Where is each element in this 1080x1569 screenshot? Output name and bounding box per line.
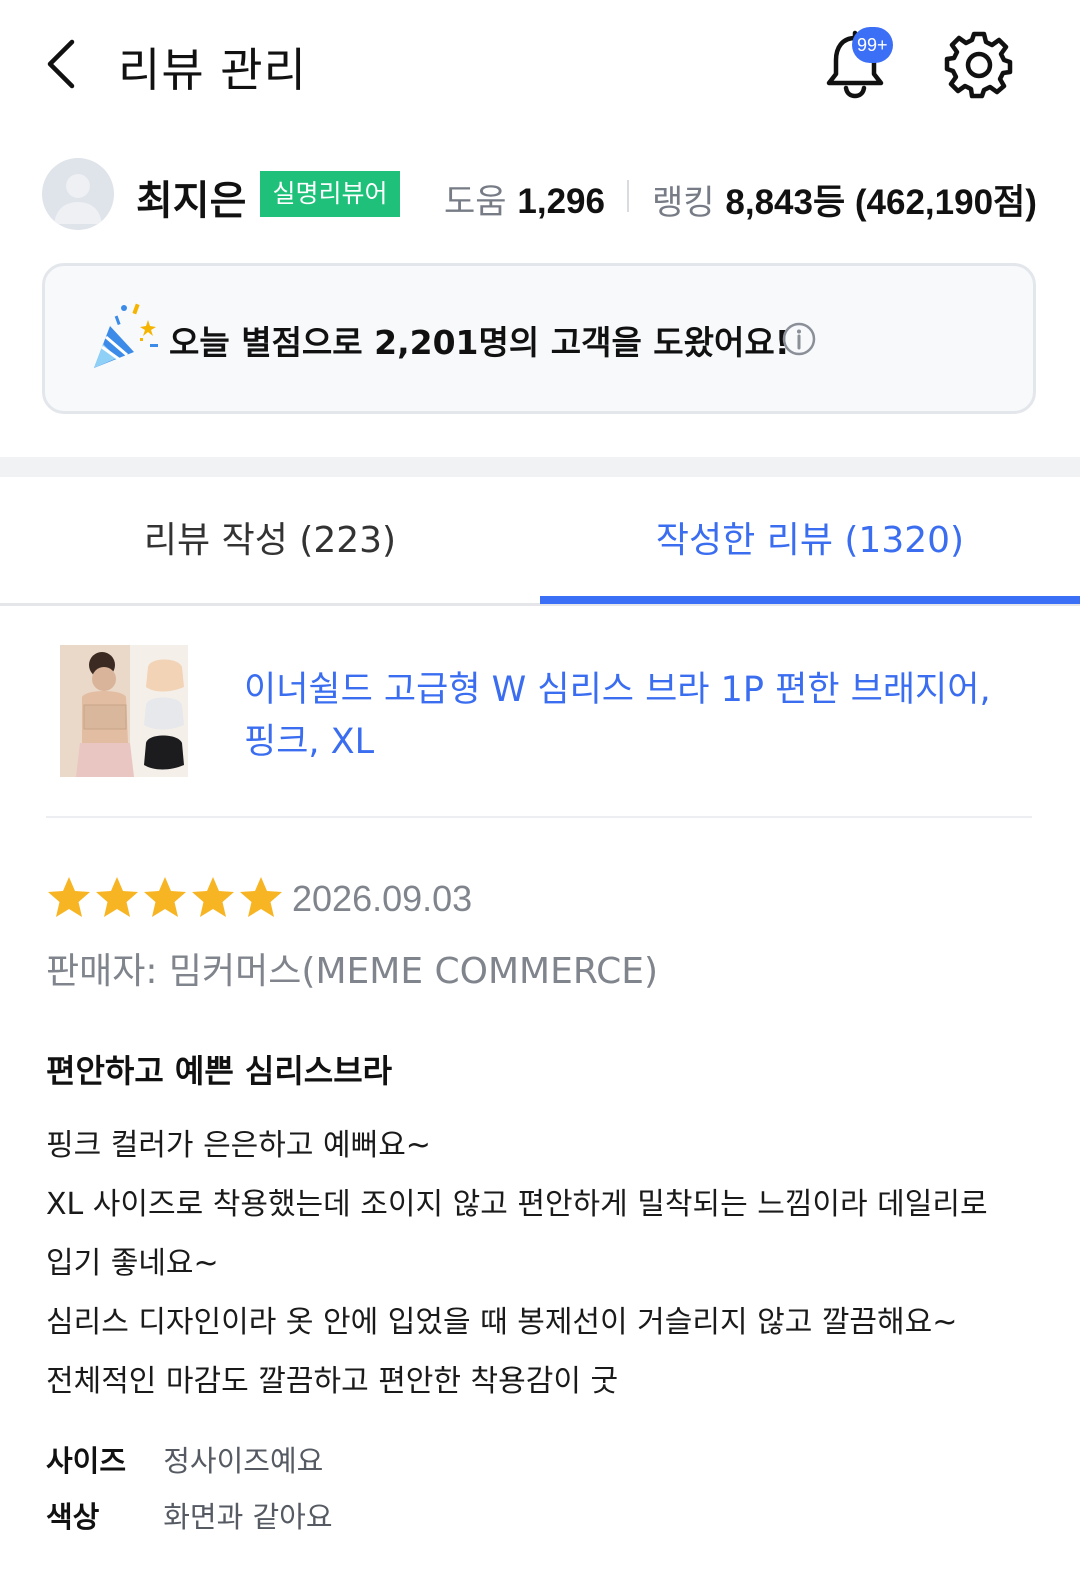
star-rating [46, 875, 284, 921]
size-attribute-value: 정사이즈예요 [163, 1444, 324, 1478]
color-attribute-key: 색상 [46, 1500, 100, 1534]
party-popper-icon [90, 300, 162, 372]
review-body-line: 심리스 디자인이라 옷 안에 입었을 때 봉제선이 거슬리지 않고 깔끔해요~ [46, 1305, 958, 1340]
color-attribute-value: 화면과 같아요 [163, 1500, 333, 1534]
ranking-stat: 랭킹 8,843등 (462,190점) [652, 174, 1037, 225]
product-divider [46, 816, 1032, 818]
info-icon[interactable] [781, 321, 817, 357]
star-icon [48, 877, 90, 917]
tab-write-review[interactable]: 리뷰 작성 (223) [0, 477, 540, 604]
tab-written-reviews[interactable]: 작성한 리뷰 (1320) [540, 477, 1080, 604]
app-header: 리뷰 관리 99+ [0, 0, 1080, 130]
page-title: 리뷰 관리 [118, 43, 307, 97]
help-count-label: 도움 [444, 182, 507, 222]
review-body-line: 핑크 컬러가 은은하고 예뻐요~ [46, 1128, 431, 1163]
active-tab-indicator [540, 596, 1080, 604]
product-name-link[interactable]: 이너쉴드 고급형 W 심리스 브라 1P 편한 브래지어, 핑크, XL [244, 664, 1004, 768]
star-icon [240, 877, 282, 917]
ranking-label: 랭킹 [652, 183, 715, 223]
color-attribute: 색상 화면과 같아요 [46, 1494, 333, 1536]
ranking-value: 8,843등 (462,190점) [725, 183, 1037, 222]
star-icon [192, 877, 234, 917]
review-date: 2026.09.03 [292, 878, 473, 919]
help-summary-text: 오늘 별점으로 2,201명의 고객을 도왔어요! [169, 323, 790, 362]
star-icon [96, 877, 138, 917]
product-thumbnail[interactable] [60, 645, 188, 777]
user-name: 최지은 [136, 178, 247, 224]
settings-gear-icon[interactable] [944, 30, 1014, 100]
help-summary-banner: 오늘 별점으로 2,201명의 고객을 도왔어요! [42, 263, 1036, 414]
review-management-screen: 리뷰 관리 99+ 최지은 실명리뷰어 도움 1,296 랭킹 8,843등 (… [0, 0, 1080, 1569]
stat-divider [627, 180, 629, 212]
review-body-line: 입기 좋네요~ [46, 1246, 219, 1281]
size-attribute: 사이즈 정사이즈예요 [46, 1438, 323, 1480]
help-count-value: 1,296 [517, 182, 605, 221]
user-avatar [42, 158, 114, 230]
review-title: 편안하고 예쁜 심리스브라 [46, 1052, 393, 1090]
help-count-stat: 도움 1,296 [444, 174, 605, 223]
review-body: 핑크 컬러가 은은하고 예뻐요~ XL 사이즈로 착용했는데 조이지 않고 편안… [46, 1116, 1046, 1411]
size-attribute-key: 사이즈 [46, 1444, 127, 1478]
notification-count-badge: 99+ [852, 27, 893, 63]
tab-write-review-label: 리뷰 작성 (223) [143, 520, 397, 561]
verified-reviewer-badge: 실명리뷰어 [260, 171, 400, 217]
review-body-line: 전체적인 마감도 깔끔하고 편안한 착용감이 굿 [46, 1364, 619, 1399]
review-body-line: XL 사이즈로 착용했는데 조이지 않고 편안하게 밀착되는 느낌이라 데일리로 [46, 1187, 988, 1222]
star-icon [144, 877, 186, 917]
back-arrow-icon[interactable] [40, 36, 86, 92]
tab-written-reviews-label: 작성한 리뷰 (1320) [655, 520, 965, 561]
seller-name: 판매자: 밈커머스(MEME COMMERCE) [46, 951, 659, 992]
section-separator [0, 457, 1080, 477]
